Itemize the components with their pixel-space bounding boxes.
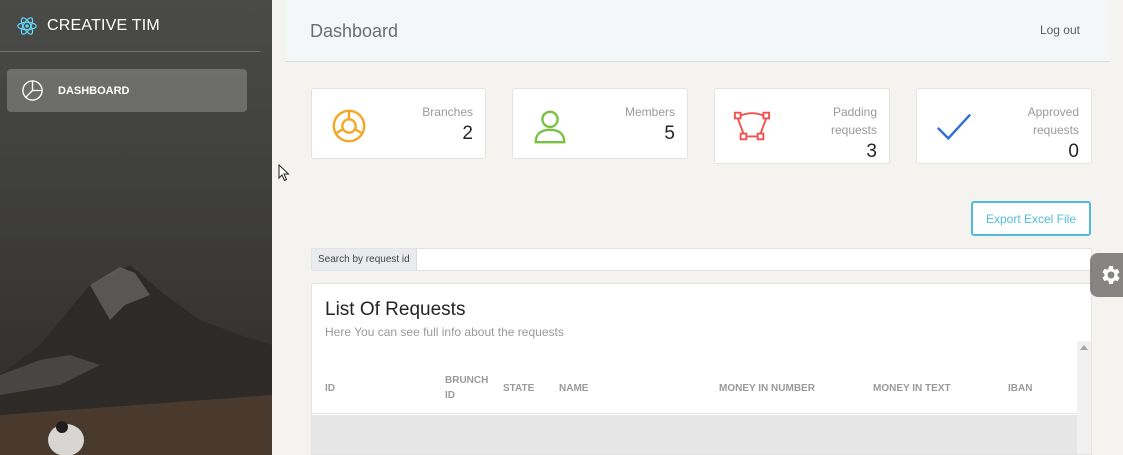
column-header-state[interactable]: STATE: [503, 381, 534, 396]
stat-label-line: Padding: [832, 105, 877, 119]
stat-card-branches: Branches 2: [311, 88, 486, 159]
sidebar-item-dashboard[interactable]: DASHBOARD: [7, 69, 247, 112]
react-atom-icon: [17, 16, 37, 35]
export-excel-button[interactable]: Export Excel File: [971, 201, 1091, 236]
stat-label: Padding requests: [831, 103, 877, 139]
table-subtitle: Here You can see full info about the req…: [325, 325, 564, 339]
top-navbar: Dashboard Log out: [285, 0, 1110, 62]
gear-icon: [1102, 266, 1120, 284]
settings-tab[interactable]: [1090, 253, 1123, 297]
stat-label-line: requests: [830, 123, 877, 137]
table-title: List Of Requests: [325, 299, 466, 320]
column-header-brunch-id[interactable]: BRUNCH ID: [445, 373, 488, 403]
vector-path-icon: [733, 111, 771, 141]
logout-link[interactable]: Log out: [1040, 23, 1080, 37]
table-scrollbar[interactable]: [1077, 341, 1091, 454]
sidebar-background-mountain: [0, 265, 272, 455]
main-panel: Dashboard Log out Branches 2 Members 5 P…: [272, 0, 1123, 455]
chart-ring-icon: [332, 109, 366, 143]
column-header-iban[interactable]: IBAN: [1008, 381, 1032, 396]
scroll-up-arrow-icon[interactable]: [1080, 345, 1088, 350]
stat-value: 5: [664, 123, 675, 144]
column-header-line: ID: [445, 390, 455, 401]
checkmark-icon: [937, 113, 972, 141]
stat-value: 0: [1068, 141, 1079, 162]
column-header-money-in-number[interactable]: MONEY IN NUMBER: [719, 381, 815, 396]
column-header-line: BRUNCH: [445, 375, 489, 386]
stat-label: Approved requests: [1028, 103, 1079, 139]
column-header-name[interactable]: NAME: [559, 381, 588, 396]
pie-chart-icon: [22, 80, 43, 101]
search-input[interactable]: [416, 249, 1091, 270]
requests-table-card: List Of Requests Here You can see full i…: [311, 283, 1092, 455]
search-label: Search by request id: [312, 249, 417, 270]
mouse-cursor-icon: [278, 164, 290, 182]
brand-logo[interactable]: CREATIVE TIM: [0, 0, 260, 52]
stat-card-padding-requests: Padding requests 3: [714, 88, 890, 164]
stat-label-line: Approved: [1027, 105, 1079, 119]
stat-card-approved-requests: Approved requests 0: [916, 88, 1092, 164]
search-bar: Search by request id: [311, 248, 1092, 271]
stat-label: Members: [624, 105, 675, 119]
column-header-id[interactable]: ID: [325, 381, 335, 396]
page-title: Dashboard: [310, 21, 399, 41]
table-header: ID BRUNCH ID STATE NAME MONEY IN NUMBER …: [312, 369, 1077, 414]
sidebar-item-label: DASHBOARD: [58, 84, 130, 97]
column-header-money-in-text[interactable]: MONEY IN TEXT: [873, 381, 951, 396]
brand-name: CREATIVE TIM: [47, 16, 160, 34]
user-icon: [534, 110, 566, 144]
stat-label-line: requests: [1032, 123, 1079, 137]
table-body: [312, 415, 1077, 454]
stat-value: 3: [866, 141, 877, 162]
stat-label: Branches: [422, 105, 473, 119]
stat-value: 2: [462, 123, 473, 144]
sidebar: CREATIVE TIM DASHBOARD: [0, 0, 272, 455]
stat-card-members: Members 5: [512, 88, 688, 159]
